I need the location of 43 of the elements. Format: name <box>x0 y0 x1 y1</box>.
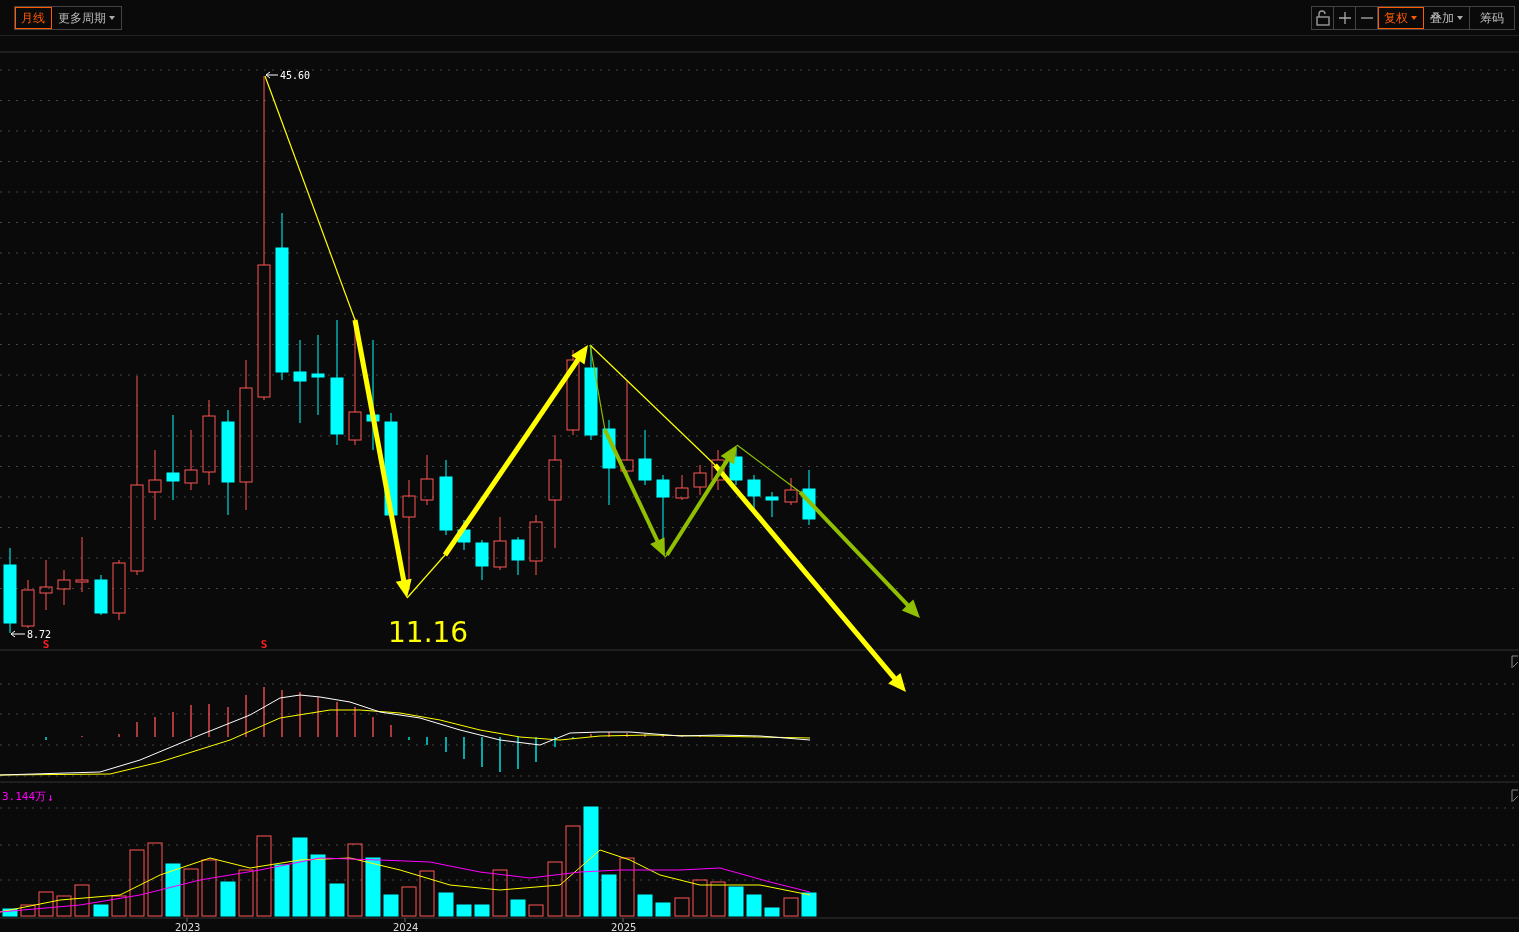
candlestick <box>493 516 507 571</box>
period-tab[interactable]: 月线 <box>15 7 52 29</box>
candlestick <box>184 429 198 491</box>
pointer-arrow-icon <box>265 71 279 79</box>
caret-icon <box>109 16 115 20</box>
volume-reading: 3.144万 <box>2 790 47 803</box>
candlestick <box>675 474 689 501</box>
candlestick <box>529 514 543 576</box>
volume-trend-arrow: ↓ <box>47 791 54 804</box>
candlestick <box>765 491 779 518</box>
candlestick <box>112 559 126 621</box>
signal-mark: S <box>260 638 268 651</box>
plus-icon <box>1338 12 1351 24</box>
candlestick <box>420 454 434 506</box>
candlestick <box>747 474 761 509</box>
candlestick <box>729 447 743 486</box>
candlestick <box>784 477 798 506</box>
unlocked-padlock-icon <box>1315 10 1330 26</box>
year-label: 2024 <box>393 922 419 932</box>
candlestick <box>802 469 816 526</box>
candlestick <box>638 429 652 486</box>
low-price-label: 8.72 <box>27 629 52 640</box>
candlestick <box>57 569 71 606</box>
candlestick <box>75 536 89 593</box>
tool-dropdown[interactable]: 复权 <box>1378 7 1424 29</box>
pointer-arrow-icon <box>10 630 26 638</box>
high-price-label: 45.60 <box>280 70 311 81</box>
candlestick <box>711 449 725 491</box>
candlestick <box>511 536 525 576</box>
caret-icon <box>1457 16 1463 20</box>
price-annotation: 11.16 <box>388 616 469 649</box>
year-label: 2025 <box>611 922 637 932</box>
candlestick <box>475 539 489 581</box>
year-label: 2023 <box>175 922 201 932</box>
candlestick <box>21 579 35 629</box>
candlestick <box>94 574 108 616</box>
panel-settings-icon <box>1511 789 1519 803</box>
signal-mark: S <box>42 638 50 651</box>
panel-settings-icon <box>1511 655 1519 669</box>
candlestick <box>39 559 53 611</box>
candlestick <box>148 449 162 521</box>
caret-icon <box>1411 16 1417 20</box>
candlestick <box>693 464 707 496</box>
